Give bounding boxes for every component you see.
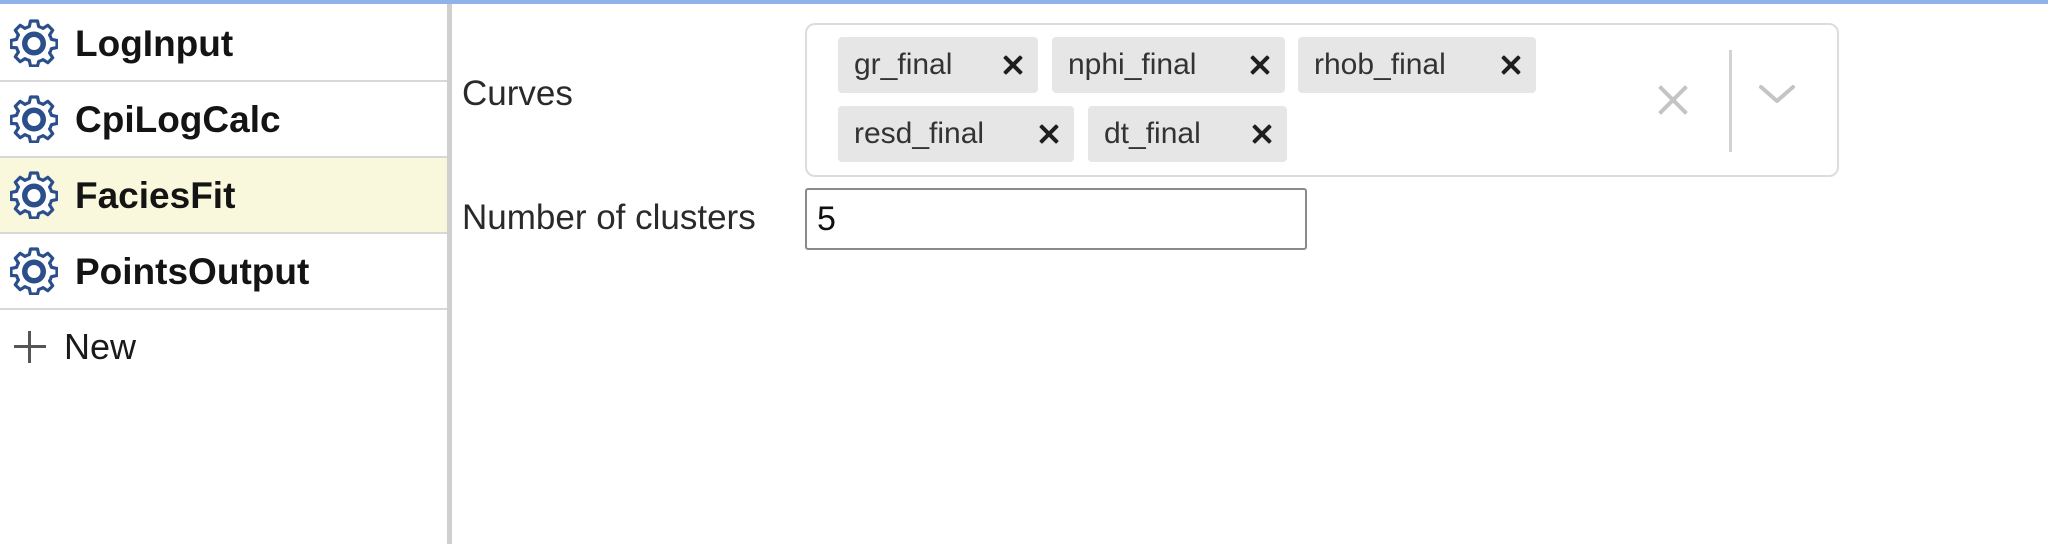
- curve-chip: nphi_final: [1052, 37, 1285, 93]
- remove-chip-icon[interactable]: [1249, 121, 1275, 147]
- sidebar-item-loginput[interactable]: LogInput: [0, 6, 447, 82]
- curve-chip-label: resd_final: [854, 117, 985, 150]
- sidebar-splitter[interactable]: [447, 4, 452, 544]
- curve-chip-label: rhob_final: [1314, 48, 1446, 81]
- remove-chip-icon[interactable]: [1000, 52, 1026, 78]
- curve-chip-label: dt_final: [1104, 117, 1201, 150]
- gear-icon: [10, 247, 58, 295]
- gear-icon: [10, 95, 58, 143]
- sidebar-item-label: CpiLogCalc: [75, 98, 281, 140]
- clear-all-icon[interactable]: [1654, 81, 1692, 119]
- remove-chip-icon[interactable]: [1498, 52, 1524, 78]
- curve-chip: rhob_final: [1298, 37, 1536, 93]
- curve-chip: gr_final: [838, 37, 1038, 93]
- curve-chip-label: gr_final: [854, 48, 953, 81]
- new-node-button[interactable]: New: [0, 316, 447, 378]
- chevron-down-icon[interactable]: [1755, 79, 1799, 109]
- clusters-input[interactable]: [805, 188, 1307, 250]
- curve-chip: resd_final: [838, 106, 1074, 162]
- sidebar-item-label: PointsOutput: [75, 250, 310, 292]
- node-sidebar: LogInput CpiLogCalc FaciesFit PointsOutp…: [0, 4, 447, 544]
- indicator-separator: [1729, 50, 1732, 152]
- sidebar-item-faciesfit[interactable]: FaciesFit: [0, 158, 447, 234]
- sidebar-item-cpilogcalc[interactable]: CpiLogCalc: [0, 82, 447, 158]
- gear-icon: [10, 171, 58, 219]
- remove-chip-icon[interactable]: [1247, 52, 1273, 78]
- sidebar-item-label: LogInput: [75, 22, 234, 64]
- new-node-label: New: [64, 326, 137, 367]
- curve-chip-label: nphi_final: [1068, 48, 1197, 81]
- curve-chip: dt_final: [1088, 106, 1287, 162]
- plus-icon: [12, 329, 48, 365]
- sidebar-item-label: FaciesFit: [75, 174, 236, 216]
- curves-label: Curves: [462, 74, 573, 113]
- gear-icon: [10, 19, 58, 67]
- curves-multiselect[interactable]: gr_final nphi_final rhob_final resd_fina…: [805, 23, 1839, 177]
- clusters-label: Number of clusters: [462, 198, 756, 237]
- remove-chip-icon[interactable]: [1036, 121, 1062, 147]
- sidebar-item-pointsoutput[interactable]: PointsOutput: [0, 234, 447, 310]
